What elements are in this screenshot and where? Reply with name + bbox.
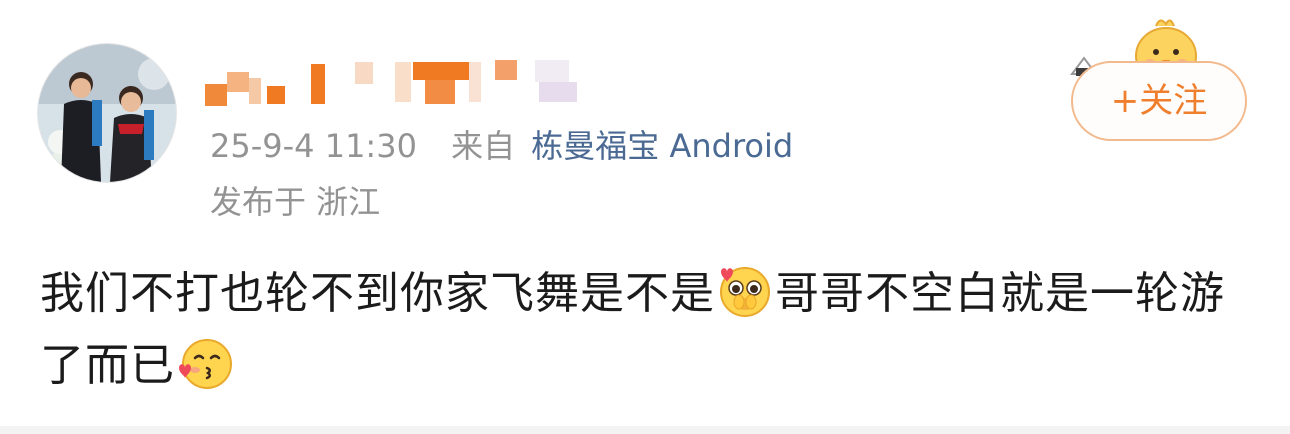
post-time: 25-9-4 11:30: [210, 127, 417, 165]
avatar-frame[interactable]: [38, 44, 176, 182]
source-link[interactable]: 栋曼福宝 Android: [531, 127, 793, 165]
avatar[interactable]: [38, 44, 176, 182]
follow-button[interactable]: +关注: [1071, 61, 1247, 141]
post-location: 发布于 浙江: [210, 183, 381, 221]
post-text-part1: 我们不打也轮不到你家飞舞是不是: [40, 268, 715, 319]
post-meta: 25-9-4 11:30 来自 栋曼福宝 Android: [210, 124, 793, 168]
kissing-face-icon: [179, 339, 232, 389]
post-text: 我们不打也轮不到你家飞舞是不是 哥哥不空白就是一轮游了而已: [40, 258, 1250, 402]
source-prefix: 来自: [451, 127, 516, 165]
username-mosaic[interactable]: [205, 60, 585, 106]
divider: [0, 426, 1290, 434]
avatar-photo-icon: [38, 44, 176, 182]
pleading-face-icon: [720, 267, 770, 317]
